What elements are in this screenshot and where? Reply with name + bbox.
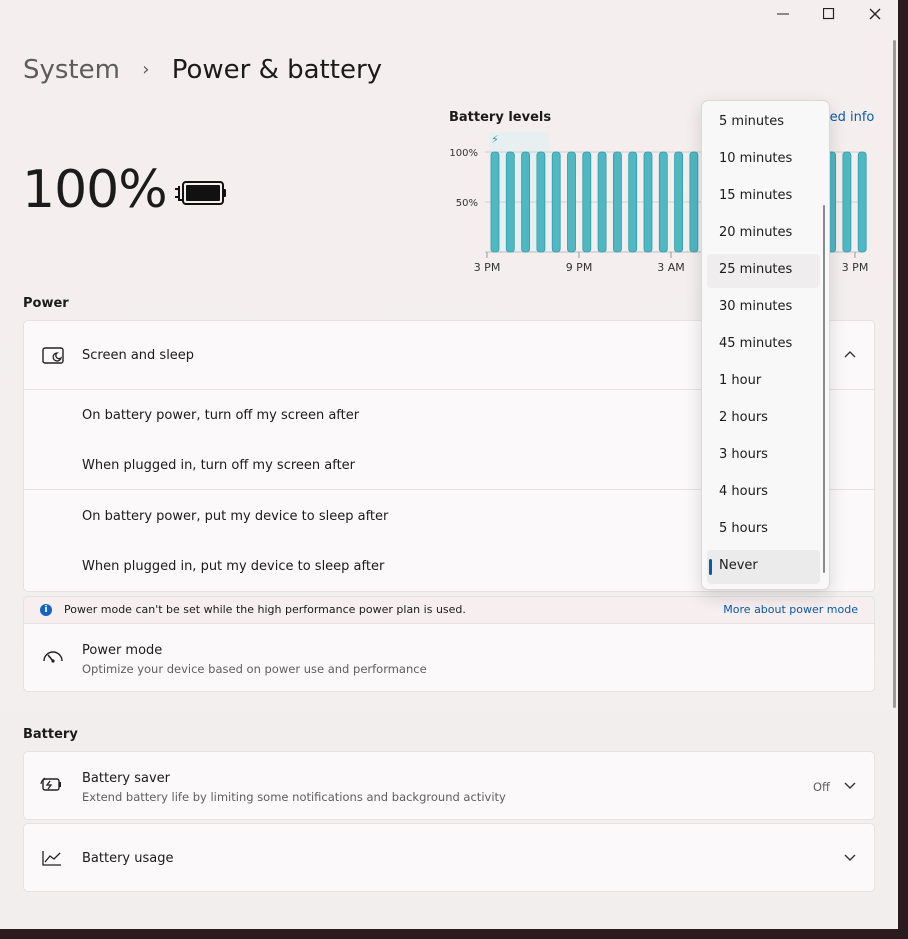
- battery-usage-label: Battery usage: [82, 851, 174, 866]
- window-scrollbar[interactable]: [893, 40, 896, 708]
- breadcrumb-separator: ›: [142, 59, 150, 80]
- chart-title: Battery levels: [449, 110, 552, 125]
- dropdown-option[interactable]: 45 minutes: [707, 328, 820, 362]
- battery-usage-card[interactable]: Battery usage: [23, 823, 875, 892]
- battery-saver-status: Off: [813, 780, 830, 794]
- option-label: 2 hours: [719, 410, 768, 425]
- battery-level-bar: [842, 151, 852, 253]
- section-battery-label: Battery: [23, 727, 78, 742]
- battery-level-bar: [597, 151, 607, 253]
- close-button[interactable]: [852, 0, 898, 28]
- battery-percentage: 100%: [22, 160, 168, 220]
- timeout-dropdown-list: 5 minutes 10 minutes 15 minutes 20 minut…: [701, 100, 830, 590]
- dropdown-option[interactable]: 15 minutes: [707, 180, 820, 214]
- dropdown-option[interactable]: 20 minutes: [707, 217, 820, 251]
- option-label: 3 hours: [719, 447, 768, 462]
- dropdown-option-selected[interactable]: Never: [707, 550, 820, 584]
- option-label: 10 minutes: [719, 151, 793, 166]
- battery-saver-description: Extend battery life by limiting some not…: [82, 790, 506, 804]
- option-label: 20 minutes: [719, 225, 793, 240]
- option-label: 45 minutes: [719, 336, 793, 351]
- selection-indicator: [709, 559, 712, 575]
- screen-and-sleep-label: Screen and sleep: [82, 348, 195, 363]
- chevron-down-icon[interactable]: [844, 782, 856, 790]
- dropdown-option[interactable]: 10 minutes: [707, 143, 820, 177]
- battery-level-bar: [857, 151, 867, 253]
- power-mode-description: Optimize your device based on power use …: [82, 662, 427, 676]
- x-tick-label: 3 PM: [842, 261, 869, 274]
- maximize-icon: [823, 8, 835, 20]
- battery-saver-icon: [40, 777, 61, 791]
- battery-level-bar: [490, 151, 500, 253]
- battery-level-bar: [582, 151, 592, 253]
- settings-window: System › Power & battery 100% Battery le…: [0, 0, 898, 929]
- more-about-power-mode-link[interactable]: More about power mode: [723, 603, 858, 616]
- battery-screen-off-label: On battery power, turn off my screen aft…: [82, 408, 360, 423]
- battery-saver-label: Battery saver: [82, 771, 171, 786]
- power-mode-label: Power mode: [82, 643, 163, 658]
- minimize-button[interactable]: [760, 0, 806, 28]
- battery-level-bar: [628, 151, 638, 253]
- option-label: Never: [719, 558, 758, 573]
- power-mode-gauge-icon: [43, 651, 63, 663]
- option-label: 15 minutes: [719, 188, 793, 203]
- y-tick-100: 100%: [449, 148, 478, 159]
- screen-sleep-icon: [42, 347, 64, 364]
- battery-usage-chart-icon: [42, 851, 61, 866]
- battery-level-bar: [567, 151, 576, 253]
- x-tick-label: 3 PM: [474, 261, 501, 274]
- section-power-label: Power: [23, 296, 69, 311]
- battery-level-bar: [643, 151, 653, 253]
- minimize-icon: [777, 13, 789, 15]
- dropdown-option[interactable]: 1 hour: [707, 365, 820, 399]
- dropdown-option[interactable]: 3 hours: [707, 439, 820, 473]
- breadcrumb-system-link[interactable]: System: [23, 55, 120, 85]
- y-tick-50: 50%: [456, 198, 478, 209]
- page-title: Power & battery: [171, 55, 383, 85]
- option-label: 25 minutes: [719, 262, 793, 277]
- dropdown-option[interactable]: 30 minutes: [707, 291, 820, 325]
- battery-level-bar: [689, 151, 699, 253]
- option-label: 30 minutes: [719, 299, 793, 314]
- dropdown-option-hovered[interactable]: 25 minutes: [707, 254, 820, 288]
- dropdown-scrollbar[interactable]: [823, 205, 825, 573]
- battery-level-bar: [674, 151, 684, 253]
- x-tick-label: 3 AM: [657, 261, 685, 274]
- plug-marker-icon: ⚡: [491, 133, 499, 146]
- info-text: Power mode can't be set while the high p…: [64, 603, 466, 616]
- dropdown-option[interactable]: 5 hours: [707, 513, 820, 547]
- battery-level-bar: [521, 151, 530, 253]
- dropdown-option[interactable]: 2 hours: [707, 402, 820, 436]
- power-mode-info-bar: i Power mode can't be set while the high…: [23, 596, 875, 624]
- battery-level-bar: [505, 151, 515, 253]
- power-mode-card: Power mode Optimize your device based on…: [23, 623, 875, 692]
- chevron-down-icon[interactable]: [844, 854, 856, 862]
- battery-level-bar: [536, 151, 546, 253]
- plugged-screen-off-label: When plugged in, turn off my screen afte…: [82, 458, 356, 473]
- option-label: 5 hours: [719, 521, 768, 536]
- battery-sleep-label: On battery power, put my device to sleep…: [82, 509, 389, 524]
- plugged-sleep-label: When plugged in, put my device to sleep …: [82, 559, 385, 574]
- option-label: 1 hour: [719, 373, 762, 388]
- option-label: 5 minutes: [719, 114, 785, 129]
- battery-charging-icon: [175, 181, 226, 205]
- chevron-up-icon[interactable]: [844, 350, 856, 358]
- maximize-button[interactable]: [806, 0, 852, 28]
- battery-level-bar: [658, 151, 668, 253]
- battery-level-bar: [551, 151, 561, 253]
- dropdown-option[interactable]: 4 hours: [707, 476, 820, 510]
- option-label: 4 hours: [719, 484, 768, 499]
- x-tick-label: 9 PM: [566, 261, 593, 274]
- breadcrumb: System › Power & battery: [23, 55, 382, 85]
- info-icon: i: [40, 604, 52, 616]
- battery-saver-card[interactable]: Battery saver Extend battery life by lim…: [23, 751, 875, 820]
- detailed-info-link[interactable]: led info: [826, 110, 874, 125]
- dropdown-option[interactable]: 5 minutes: [707, 106, 820, 140]
- battery-fill: [186, 185, 220, 201]
- battery-level-bar: [612, 151, 622, 253]
- close-icon: [869, 8, 881, 20]
